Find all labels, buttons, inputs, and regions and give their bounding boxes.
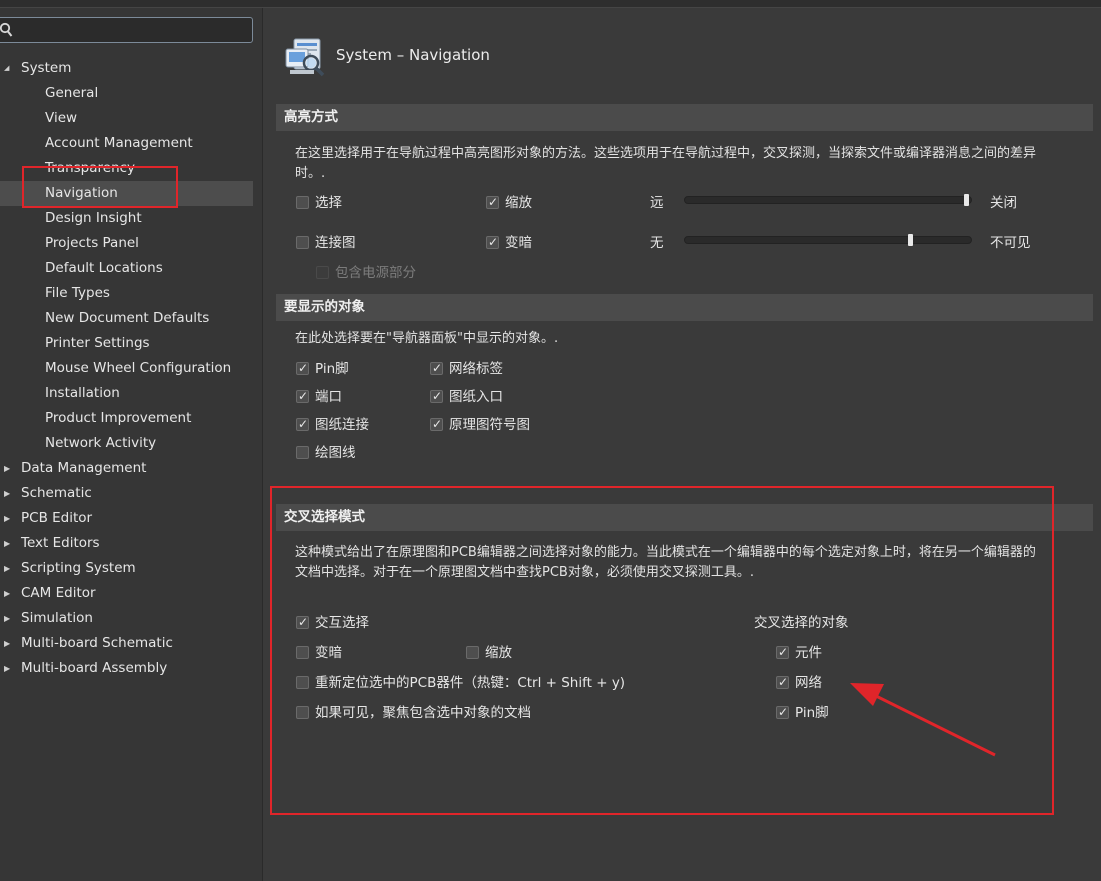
caret-expanded-icon[interactable]: ◢ [4,56,9,81]
tree-item-printer-settings[interactable]: Printer Settings [0,331,253,356]
tree-item-label: System [21,60,72,76]
tree-item-multi-board-schematic[interactable]: ▶ Multi-board Schematic [0,631,253,656]
tree-item-view[interactable]: View [0,106,253,131]
checkbox-box[interactable]: ✓ [430,389,443,403]
tree-item-pcb-editor[interactable]: ▶ PCB Editor [0,506,253,531]
check-icon: ✓ [432,417,443,431]
tree-item-product-improvement[interactable]: Product Improvement [0,406,253,431]
tree-item-default-locations[interactable]: Default Locations [0,256,253,281]
tree-item-label: Text Editors [21,535,100,551]
page-title: System – Navigation [336,46,490,64]
tree-item-scripting-system[interactable]: ▶ Scripting System [0,556,253,581]
caret-collapsed-icon[interactable]: ▶ [4,556,10,581]
tree-item-label: View [45,110,78,126]
dim-slider-min-label: 无 [650,235,664,251]
tree-item-network-activity[interactable]: Network Activity [0,431,253,456]
check-icon: ✓ [488,195,499,209]
tree-item-multi-board-assembly[interactable]: ▶ Multi-board Assembly [0,656,253,681]
caret-collapsed-icon[interactable]: ▶ [4,656,10,681]
annotation-box-navigation [22,166,178,208]
objects-description: 在此处选择要在"导航器面板"中显示的对象。. [295,331,559,346]
dim-level-slider[interactable] [684,234,972,246]
search-box[interactable] [0,17,253,43]
tree-item-label: Network Activity [45,435,157,451]
tree-item-label: Projects Panel [45,235,139,251]
tree-item-text-editors[interactable]: ▶ Text Editors [0,531,253,556]
checkbox-box[interactable] [296,446,309,459]
window-top-strip [0,0,1101,8]
tree-item-account-management[interactable]: Account Management [0,131,253,156]
tree-item-projects-panel[interactable]: Projects Panel [0,231,253,256]
caret-collapsed-icon[interactable]: ▶ [4,506,10,531]
tree-item-data-management[interactable]: ▶ Data Management [0,456,253,481]
tree-item-system[interactable]: ◢ System [0,56,253,81]
tree-item-new-document-defaults[interactable]: New Document Defaults [0,306,253,331]
tree-item-label: Multi-board Schematic [21,635,173,651]
tree-item-label: Mouse Wheel Configuration [45,360,232,376]
tree-item-label: General [45,85,99,101]
tree-item-label: Installation [45,385,120,401]
check-icon: ✓ [432,389,443,403]
settings-tree-panel: ◢ System General View Account Management Tran… [0,8,263,881]
search-icon [0,22,13,37]
checkbox-box[interactable]: ✓ [430,361,443,375]
tree-item-schematic[interactable]: ▶ Schematic [0,481,253,506]
checkbox-box [316,266,329,279]
tree-item-label: Printer Settings [45,335,150,351]
tree-item-label: Default Locations [45,260,163,276]
tree-item-installation[interactable]: Installation [0,381,253,406]
tree-item-label: Multi-board Assembly [21,660,168,676]
tree-item-label: Scripting System [21,560,136,576]
tree-item-label: Simulation [21,610,93,626]
caret-collapsed-icon[interactable]: ▶ [4,531,10,556]
tree-item-mouse-wheel-configuration[interactable]: Mouse Wheel Configuration [0,356,253,381]
tree-item-simulation[interactable]: ▶ Simulation [0,606,253,631]
section-highlight-header: 高亮方式 [276,104,1093,131]
tree-item-label: PCB Editor [21,510,93,526]
checkbox-box[interactable] [296,196,309,209]
checkbox-box[interactable]: ✓ [296,361,309,375]
caret-collapsed-icon[interactable]: ▶ [4,481,10,506]
search-input[interactable] [17,20,247,42]
tree-item-design-insight[interactable]: Design Insight [0,206,253,231]
tree-item-label: Design Insight [45,210,142,226]
slider-thumb[interactable] [908,234,913,246]
dim-slider-max-label: 不可见 [990,235,1031,251]
tree-item-label: Account Management [45,135,193,151]
zoom-slider-max-label: 关闭 [990,195,1017,211]
zoom-slider-min-label: 远 [650,195,664,211]
tree-item-cam-editor[interactable]: ▶ CAM Editor [0,581,253,606]
caret-collapsed-icon[interactable]: ▶ [4,606,10,631]
check-icon: ✓ [298,389,309,403]
checkbox-box[interactable]: ✓ [486,235,499,249]
checkbox-box[interactable] [296,236,309,249]
slider-thumb[interactable] [964,194,969,206]
navigation-settings-icon [285,38,325,77]
annotation-box-cross-select [270,486,1054,815]
checkbox-box[interactable]: ✓ [486,195,499,209]
checkbox-box[interactable]: ✓ [296,417,309,431]
highlight-description: 在这里选择用于在导航过程中高亮图形对象的方法。这些选项用于在导航过程中，交叉探测… [295,146,1037,181]
check-icon: ✓ [488,235,499,249]
checkbox-box[interactable]: ✓ [430,417,443,431]
tree-item-label: New Document Defaults [45,310,210,326]
check-icon: ✓ [298,417,309,431]
caret-collapsed-icon[interactable]: ▶ [4,456,10,481]
caret-collapsed-icon[interactable]: ▶ [4,581,10,606]
caret-collapsed-icon[interactable]: ▶ [4,631,10,656]
tree-item-label: Product Improvement [45,410,192,426]
checkbox-box[interactable]: ✓ [296,389,309,403]
tree-item-label: File Types [45,285,110,301]
tree-item-label: Data Management [21,460,147,476]
tree-item-file-types[interactable]: File Types [0,281,253,306]
tree-item-general[interactable]: General [0,81,253,106]
zoom-level-slider[interactable] [684,194,972,206]
check-icon: ✓ [432,361,443,375]
check-icon: ✓ [298,361,309,375]
tree-item-label: Schematic [21,485,92,501]
tree-item-label: CAM Editor [21,585,96,601]
section-objects-header: 要显示的对象 [276,294,1093,321]
